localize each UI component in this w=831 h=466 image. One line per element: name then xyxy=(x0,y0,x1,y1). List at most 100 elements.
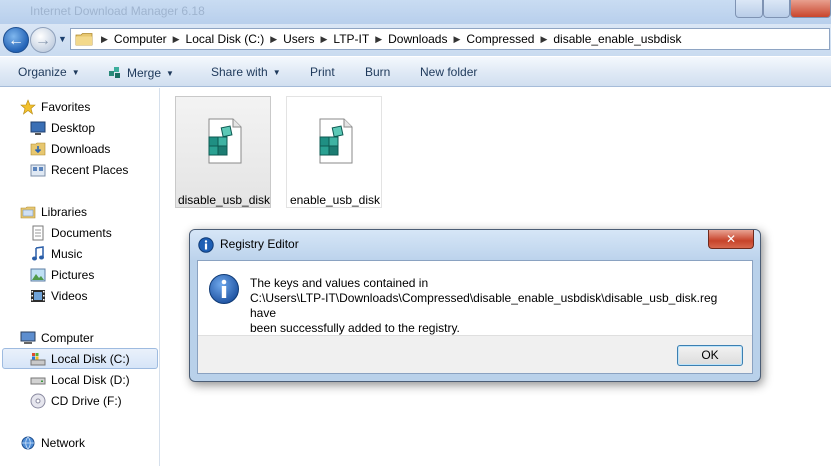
breadcrumb-separator-icon[interactable]: ▶ xyxy=(173,34,180,45)
tree-libraries[interactable]: Libraries xyxy=(20,204,87,220)
file-disable-usb-disk[interactable]: disable_usb_disk xyxy=(175,96,271,208)
breadcrumb-users[interactable]: Users xyxy=(283,32,314,46)
cd-drive-icon xyxy=(30,393,46,409)
command-bar: Organize ▼ Merge ▼ Share with ▼ Print Burn … xyxy=(0,57,831,87)
organize-label: Organize xyxy=(18,65,67,79)
registry-file-icon xyxy=(319,118,353,164)
file-enable-usb-disk[interactable]: enable_usb_disk xyxy=(286,96,382,208)
dialog-footer: OK xyxy=(198,335,752,373)
minimize-button[interactable] xyxy=(735,0,763,18)
tree-item-desktop[interactable]: Desktop xyxy=(30,120,95,136)
breadcrumb-separator-icon[interactable]: ▶ xyxy=(320,34,327,45)
share-with-button[interactable]: Share with ▼ xyxy=(211,65,281,79)
tree-item-music[interactable]: Music xyxy=(30,246,82,262)
system-drive-icon xyxy=(30,353,46,366)
maximize-button[interactable] xyxy=(763,0,790,18)
tree-item-label: Documents xyxy=(51,226,112,240)
chevron-down-icon: ▼ xyxy=(166,69,174,78)
tree-item-label: Videos xyxy=(51,289,88,303)
dialog-message: The keys and values contained in C:\User… xyxy=(250,276,745,336)
file-name: disable_usb_disk xyxy=(177,193,271,207)
tree-item-label: Local Disk (D:) xyxy=(51,373,130,387)
tree-item-label: Recent Places xyxy=(51,163,129,177)
computer-icon xyxy=(20,331,36,344)
folder-icon xyxy=(75,33,93,46)
back-arrow-icon: ← xyxy=(8,32,24,49)
print-button[interactable]: Print xyxy=(310,65,335,79)
registry-editor-dialog: Registry Editor ✕ The keys and values co… xyxy=(189,229,761,382)
forward-button[interactable]: → xyxy=(30,27,56,53)
info-icon xyxy=(198,237,214,253)
tree-item-label: Desktop xyxy=(51,121,96,135)
breadcrumb-separator-icon[interactable]: ▶ xyxy=(270,34,277,45)
videos-icon xyxy=(31,290,45,302)
tree-network[interactable]: Network xyxy=(20,435,85,451)
tree-item-label: Downloads xyxy=(51,142,111,156)
breadcrumb-computer[interactable]: Computer xyxy=(114,32,167,46)
breadcrumb-local-disk-c[interactable]: Local Disk (C:) xyxy=(186,32,265,46)
navigation-pane: Favorites Desktop Downloads Recent Place… xyxy=(0,88,160,466)
tree-item-recent-places[interactable]: Recent Places xyxy=(30,162,128,178)
tree-item-label: Music xyxy=(51,247,83,261)
chevron-down-icon: ▼ xyxy=(272,68,281,77)
address-bar[interactable]: ▶ Computer ▶ Local Disk (C:) ▶ Users ▶ L… xyxy=(70,28,830,50)
tree-network-label: Network xyxy=(41,436,86,450)
navigation-bar: ← → ▼ ▶ Computer ▶ Local Disk (C:) ▶ Use… xyxy=(0,24,831,56)
music-note-icon xyxy=(32,246,44,261)
file-name: enable_usb_disk xyxy=(289,193,381,207)
organize-button[interactable]: Organize ▼ xyxy=(18,65,80,79)
dialog-message-area: The keys and values contained in C:\User… xyxy=(198,261,752,335)
breadcrumb-separator-icon[interactable]: ▶ xyxy=(540,34,547,45)
network-icon xyxy=(21,436,35,450)
star-icon xyxy=(20,99,36,115)
recent-places-icon xyxy=(30,164,46,177)
dialog-message-line: C:\Users\LTP-IT\Downloads\Compressed\dis… xyxy=(250,291,718,320)
tree-computer-label: Computer xyxy=(41,331,94,345)
ok-button[interactable]: OK xyxy=(677,345,743,366)
tree-favorites-label: Favorites xyxy=(41,100,91,114)
burn-button[interactable]: Burn xyxy=(365,65,390,79)
documents-icon xyxy=(32,225,44,241)
downloads-folder-icon xyxy=(30,142,46,156)
tree-item-label: CD Drive (F:) xyxy=(51,394,122,408)
tree-computer[interactable]: Computer xyxy=(20,330,94,346)
tree-favorites[interactable]: Favorites xyxy=(20,99,90,115)
merge-button[interactable]: Merge ▼ xyxy=(108,65,174,80)
breadcrumb-separator-icon[interactable]: ▶ xyxy=(101,34,108,45)
dialog-message-line: been successfully added to the registry. xyxy=(250,321,460,335)
breadcrumb-separator-icon[interactable]: ▶ xyxy=(453,34,460,45)
hard-drive-icon xyxy=(30,377,46,385)
breadcrumb-downloads[interactable]: Downloads xyxy=(388,32,447,46)
desktop-icon xyxy=(30,121,46,135)
dialog-close-button[interactable]: ✕ xyxy=(708,230,754,249)
tree-item-downloads[interactable]: Downloads xyxy=(30,141,110,157)
close-icon: ✕ xyxy=(725,232,737,246)
libraries-icon xyxy=(20,206,36,219)
tree-item-local-disk-d[interactable]: Local Disk (D:) xyxy=(30,372,130,388)
breadcrumb-separator-icon[interactable]: ▶ xyxy=(375,34,382,45)
share-with-label: Share with xyxy=(211,65,268,79)
tree-item-cd-drive-f[interactable]: CD Drive (F:) xyxy=(30,393,122,409)
dialog-body: The keys and values contained in C:\User… xyxy=(197,260,753,374)
tree-libraries-label: Libraries xyxy=(41,205,88,219)
breadcrumb-ltp-it[interactable]: LTP-IT xyxy=(333,32,369,46)
breadcrumb-disable-enable-usbdisk[interactable]: disable_enable_usbdisk xyxy=(553,32,681,46)
chevron-down-icon: ▼ xyxy=(71,68,80,77)
tree-item-local-disk-c[interactable]: Local Disk (C:) xyxy=(30,351,130,367)
merge-label: Merge xyxy=(127,66,162,80)
recent-pages-dropdown-icon[interactable]: ▼ xyxy=(58,34,67,44)
tree-item-documents[interactable]: Documents xyxy=(30,225,112,241)
new-folder-button[interactable]: New folder xyxy=(420,65,477,79)
breadcrumb-compressed[interactable]: Compressed xyxy=(466,32,534,46)
tree-item-pictures[interactable]: Pictures xyxy=(30,267,94,283)
dialog-titlebar[interactable]: Registry Editor ✕ xyxy=(190,230,760,260)
tree-item-label: Pictures xyxy=(51,268,95,282)
window-close-button[interactable] xyxy=(790,0,831,18)
forward-arrow-icon: → xyxy=(35,32,51,49)
registry-file-icon xyxy=(208,118,242,164)
dialog-title: Registry Editor xyxy=(220,237,299,251)
breadcrumb: ▶ Computer ▶ Local Disk (C:) ▶ Users ▶ L… xyxy=(95,32,681,46)
tree-item-videos[interactable]: Videos xyxy=(30,288,87,304)
back-button[interactable]: ← xyxy=(3,27,29,53)
info-icon xyxy=(209,274,239,304)
